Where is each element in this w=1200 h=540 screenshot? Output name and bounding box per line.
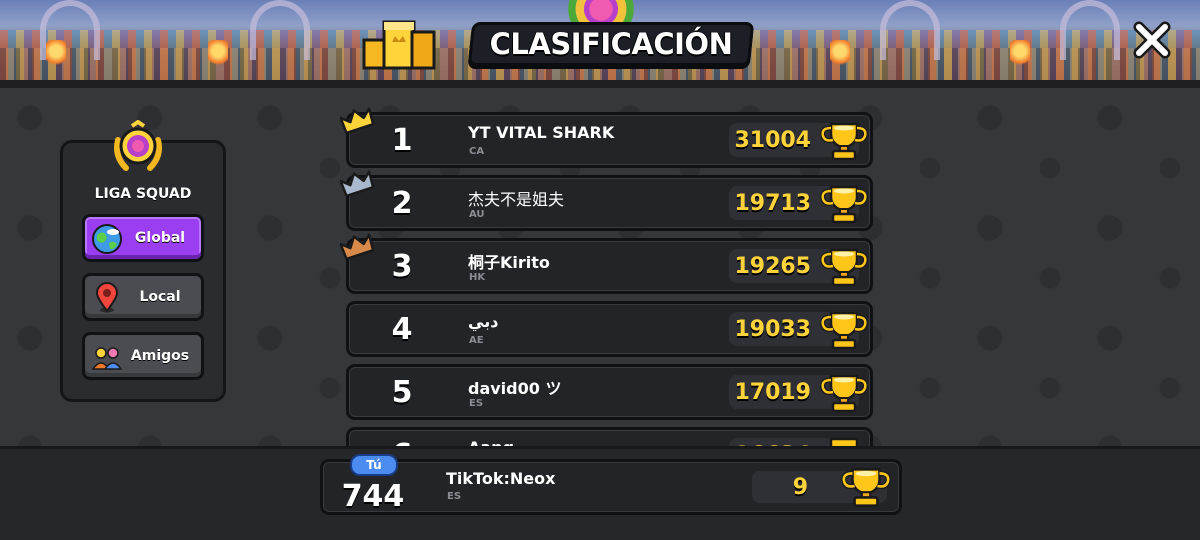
leaderboard-row[interactable]: 1 YT VITAL SHARK CA 31004 — [346, 112, 873, 168]
arch-decoration — [880, 0, 940, 60]
player-score: 31004 — [734, 127, 811, 153]
player-country: HK — [469, 272, 486, 283]
league-emblem-icon — [110, 119, 166, 176]
arch-decoration — [250, 0, 310, 60]
player-name: Aang — [468, 438, 514, 446]
bronze-crown-icon — [339, 233, 375, 261]
filter-global-label: Global — [134, 230, 186, 246]
league-title: LIGA SQUAD — [94, 186, 192, 202]
my-player-country: ES — [447, 491, 462, 502]
my-player-name: TikTok:Neox — [446, 469, 556, 488]
filter-friends-button[interactable]: Amigos — [82, 332, 204, 380]
trophy-cup-icon — [819, 309, 869, 351]
trophy-cup-icon — [840, 465, 892, 509]
leaderboard-row[interactable]: 5 david00 ツ ES 17019 — [346, 364, 873, 420]
torch-icon — [1010, 40, 1030, 68]
page-title: CLASIFICACIÓN — [489, 27, 733, 61]
friends-icon — [91, 341, 123, 373]
filter-local-label: Local — [139, 289, 181, 305]
trophy-cup-icon — [819, 435, 869, 446]
player-score: 16634 — [729, 438, 811, 447]
player-name: 杰夫不是姐夫 — [468, 190, 565, 209]
rank-number: 4 — [391, 311, 413, 347]
player-country: AE — [469, 335, 484, 346]
leaderboard-list[interactable]: 1 YT VITAL SHARK CA 31004 2 杰夫不是姐夫 AU 19… — [330, 100, 890, 446]
player-name: 桐子Kirito — [468, 253, 550, 272]
trophy-cup-icon — [819, 183, 869, 225]
rank-number: 6 — [349, 430, 455, 447]
player-score: 17019 — [734, 379, 811, 405]
arch-decoration — [1060, 0, 1120, 60]
globe-icon — [91, 223, 123, 255]
trophy-cup-icon — [819, 372, 869, 414]
trophy-cup-icon — [819, 120, 869, 162]
close-button[interactable] — [1130, 18, 1174, 62]
player-score: 19265 — [734, 253, 811, 279]
map-pin-icon — [91, 282, 123, 314]
player-name: david00 ツ — [468, 379, 562, 398]
torch-icon — [208, 40, 228, 68]
you-badge: Tú — [350, 454, 398, 476]
player-country: CA — [469, 146, 485, 157]
player-country: ES — [469, 398, 484, 409]
trophy-blocks-icon — [360, 14, 438, 76]
my-rank-number: 744 — [341, 478, 405, 514]
player-score: 19033 — [734, 316, 811, 342]
gold-crown-icon — [339, 107, 375, 135]
leaderboard-row[interactable]: 2 杰夫不是姐夫 AU 19713 — [346, 175, 873, 231]
filter-local-button[interactable]: Local — [82, 273, 204, 321]
player-country: AU — [469, 209, 485, 220]
player-name: YT VITAL SHARK — [468, 123, 615, 142]
torch-icon — [830, 40, 850, 68]
leaderboard-row[interactable]: 4 دبي AE 19033 — [346, 301, 873, 357]
silver-crown-icon — [339, 170, 375, 198]
leaderboard-row[interactable]: 3 桐子Kirito HK 19265 — [346, 238, 873, 294]
header-divider — [0, 80, 1200, 88]
my-score: 9 — [792, 474, 808, 500]
close-icon — [1133, 21, 1171, 59]
leaderboard-row[interactable]: 6 Aang 16634 — [346, 427, 873, 446]
filter-global-button[interactable]: Global — [82, 214, 204, 262]
player-name: دبي — [468, 312, 499, 331]
torch-icon — [46, 40, 66, 68]
filter-friends-label: Amigos — [130, 348, 190, 364]
trophy-cup-icon — [819, 246, 869, 288]
rank-number: 5 — [391, 374, 413, 410]
player-score: 19713 — [734, 190, 811, 216]
